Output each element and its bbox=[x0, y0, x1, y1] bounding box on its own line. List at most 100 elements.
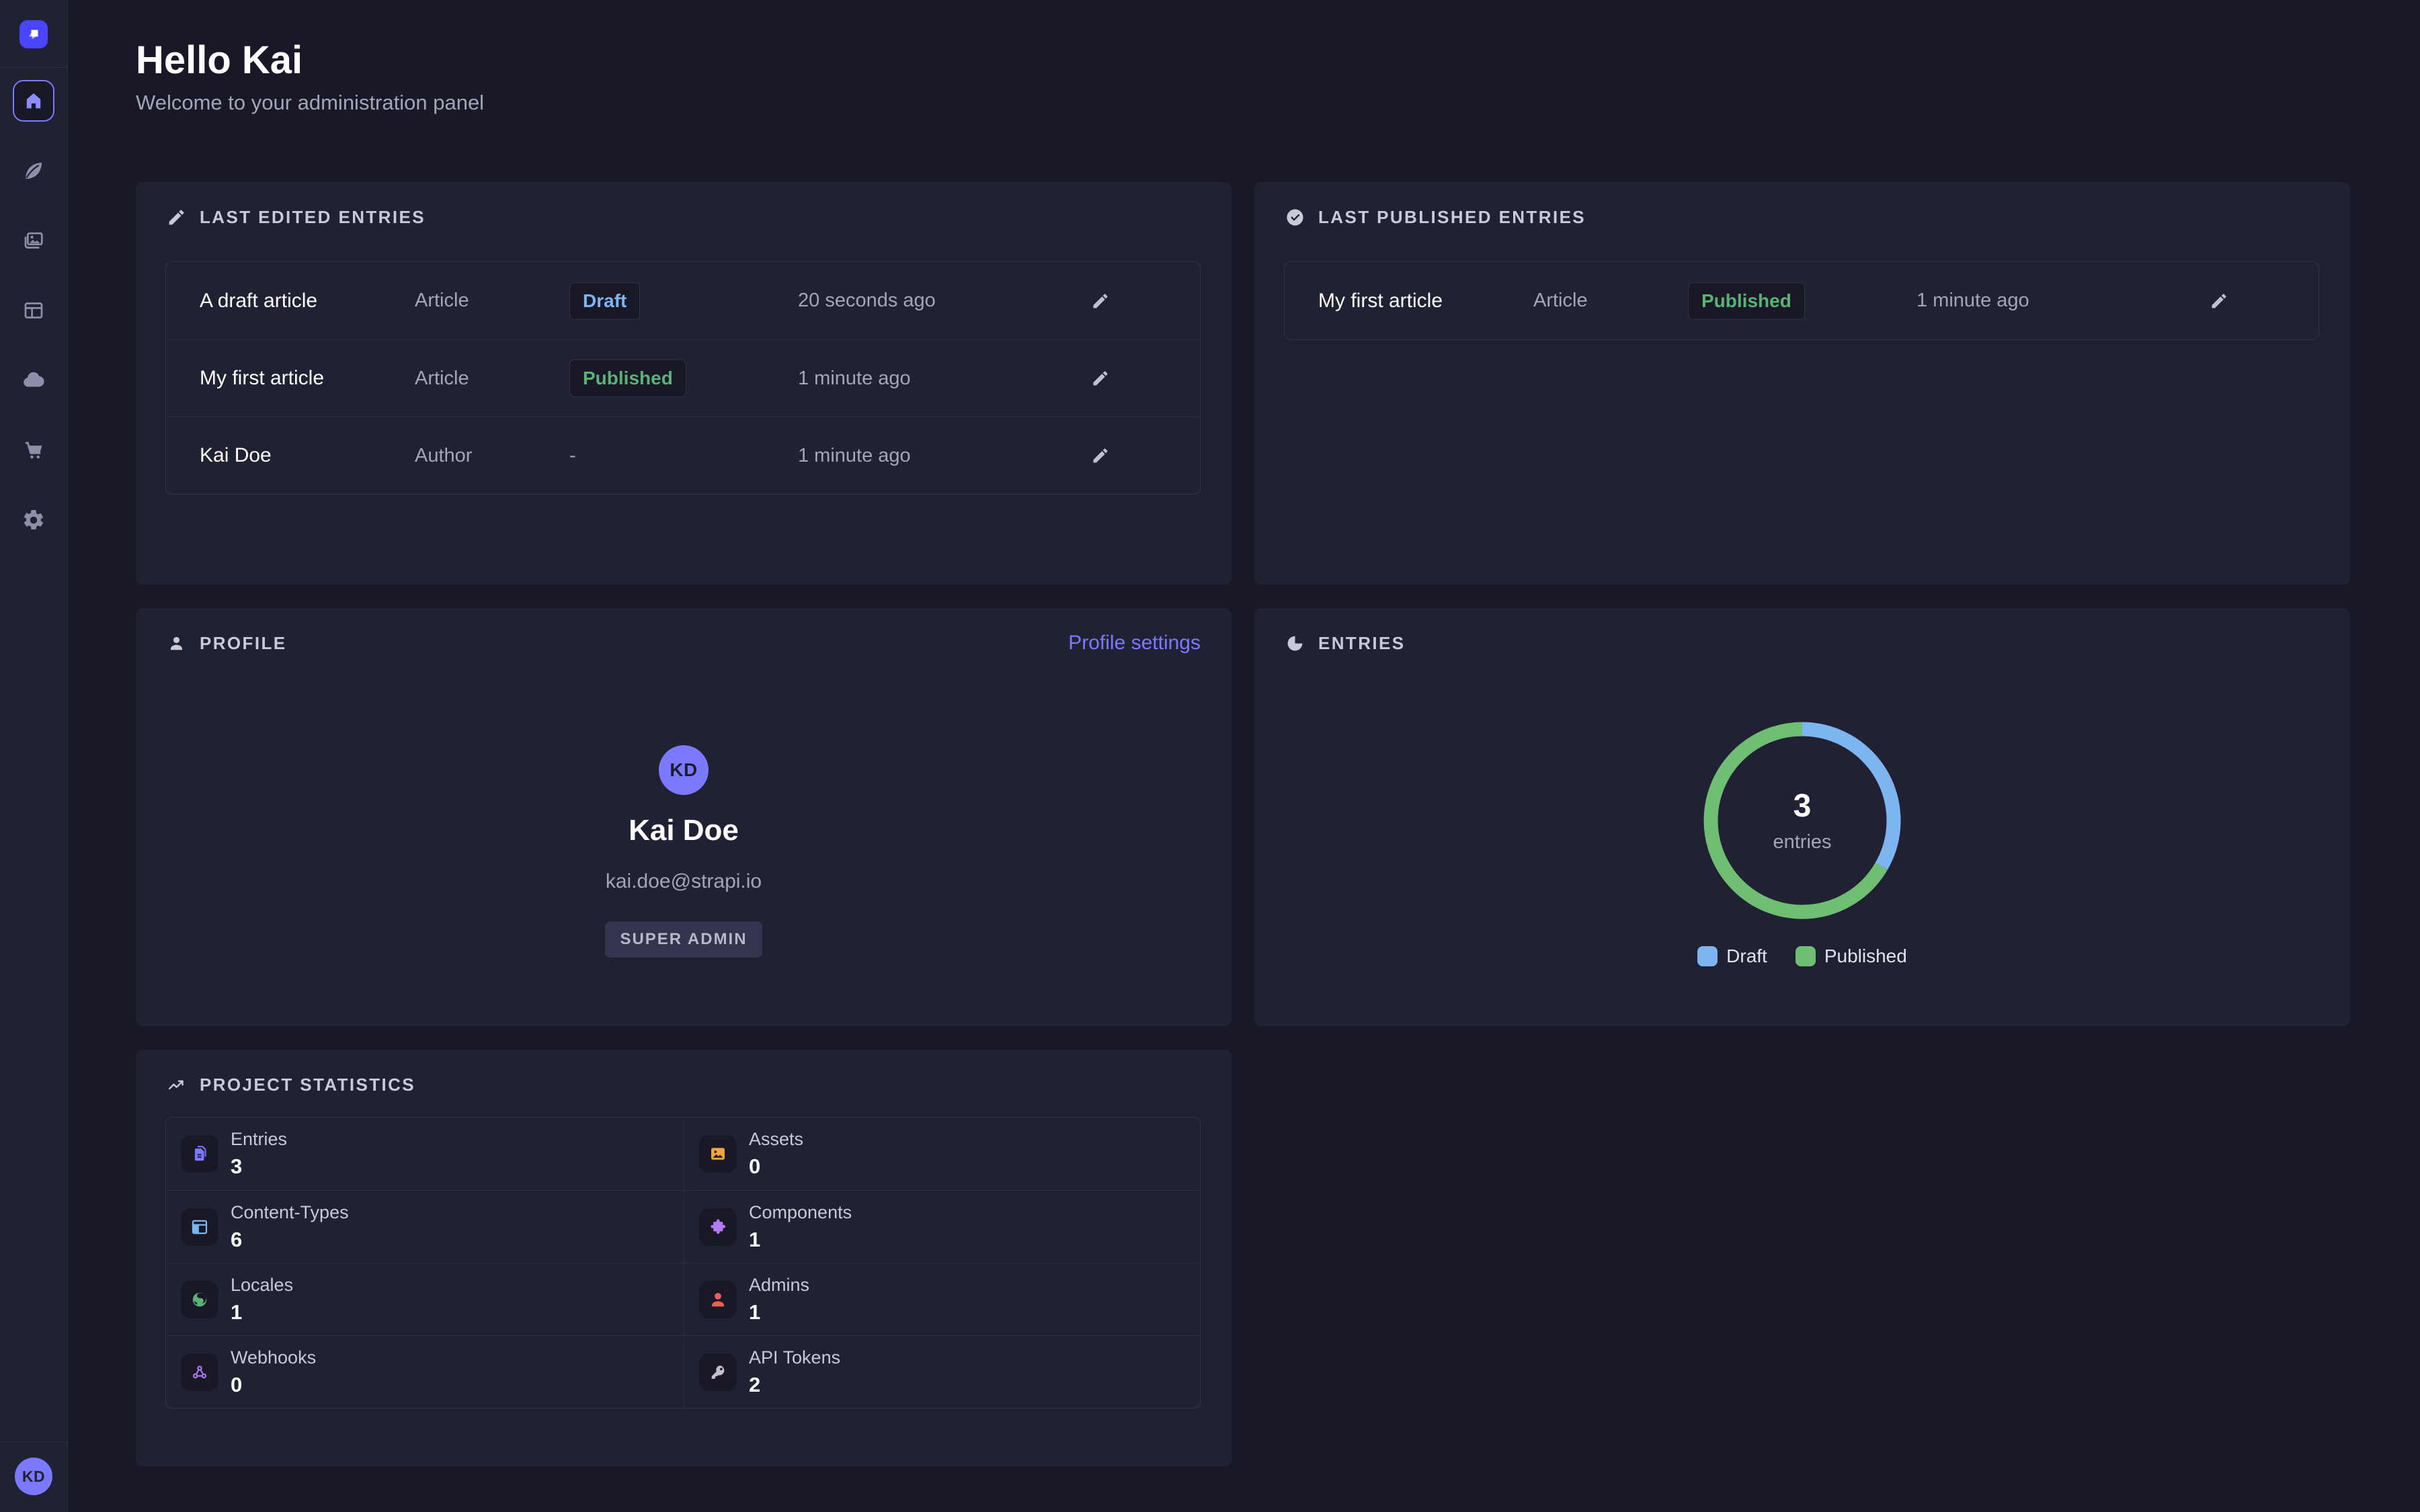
last-published-table: My first article Article Published 1 min… bbox=[1284, 261, 2319, 340]
sidebar-item-marketplace[interactable] bbox=[13, 429, 54, 471]
entry-status-empty: - bbox=[569, 445, 798, 467]
strapi-logo[interactable] bbox=[19, 20, 48, 48]
last-published-title: LAST PUBLISHED ENTRIES bbox=[1318, 207, 1586, 228]
sidebar-bottom: KD bbox=[0, 1442, 67, 1512]
entries-doc-icon bbox=[181, 1135, 218, 1173]
main-content: Hello Kai Welcome to your administration… bbox=[68, 0, 2420, 1512]
user-avatar-button[interactable]: KD bbox=[15, 1458, 52, 1495]
page-title: Hello Kai bbox=[136, 39, 2420, 82]
stat-value: 0 bbox=[231, 1373, 316, 1397]
stat-label: Webhooks bbox=[231, 1347, 316, 1368]
sidebar-item-content-type-builder[interactable] bbox=[13, 290, 54, 331]
legend-item-draft: Draft bbox=[1697, 946, 1767, 967]
entry-time: 1 minute ago bbox=[1917, 290, 2206, 312]
cloud-icon bbox=[21, 368, 46, 393]
profile-body: KD Kai Doe kai.doe@strapi.io SUPER ADMIN bbox=[167, 655, 1201, 958]
layout-icon bbox=[22, 298, 46, 323]
sidebar-item-media-library[interactable] bbox=[13, 220, 54, 261]
pencil-icon bbox=[1091, 292, 1110, 310]
image-icon bbox=[699, 1135, 737, 1173]
sidebar-item-home[interactable] bbox=[13, 80, 54, 122]
pencil-icon bbox=[1091, 369, 1110, 388]
page-subtitle: Welcome to your administration panel bbox=[136, 90, 2420, 116]
sidebar-divider-bottom bbox=[0, 1442, 68, 1443]
home-icon bbox=[24, 91, 44, 111]
entry-title: A draft article bbox=[200, 290, 415, 312]
draft-swatch bbox=[1697, 946, 1718, 966]
stat-label: Content-Types bbox=[231, 1202, 349, 1223]
entry-time: 1 minute ago bbox=[798, 445, 1087, 467]
chart-legend: Draft Published bbox=[1285, 946, 2319, 967]
entry-status-cell: Published bbox=[1688, 282, 1917, 320]
profile-settings-link[interactable]: Profile settings bbox=[1068, 632, 1201, 655]
pencil-icon bbox=[2210, 292, 2228, 310]
stat-api-tokens: API Tokens 2 bbox=[684, 1335, 1200, 1408]
last-edited-table: A draft article Article Draft 20 seconds… bbox=[165, 261, 1201, 495]
entry-kind: Article bbox=[415, 368, 569, 390]
feather-icon bbox=[22, 159, 46, 183]
legend-label: Draft bbox=[1726, 946, 1767, 967]
entry-status-cell: Draft bbox=[569, 282, 798, 320]
stats-grid: Entries 3 Assets 0 bbox=[165, 1117, 1201, 1409]
person-icon bbox=[167, 634, 186, 653]
donut-total-value: 3 bbox=[1793, 788, 1812, 825]
stat-entries: Entries 3 bbox=[166, 1118, 684, 1190]
profile-email: kai.doe@strapi.io bbox=[606, 870, 762, 893]
stat-label: Admins bbox=[749, 1275, 809, 1296]
key-icon bbox=[699, 1353, 737, 1391]
entry-status-cell: Published bbox=[569, 360, 798, 397]
table-row: A draft article Article Draft 20 seconds… bbox=[166, 262, 1200, 339]
entry-kind: Author bbox=[415, 445, 569, 467]
profile-name: Kai Doe bbox=[629, 814, 739, 847]
stat-label: Entries bbox=[231, 1129, 287, 1150]
entry-kind: Article bbox=[1533, 290, 1688, 312]
trend-up-icon bbox=[167, 1075, 186, 1095]
stat-label: Assets bbox=[749, 1129, 803, 1150]
sidebar-item-content-manager[interactable] bbox=[13, 150, 54, 192]
status-badge: Draft bbox=[569, 282, 640, 320]
sidebar-item-deploy[interactable] bbox=[13, 360, 54, 401]
profile-card: PROFILE Profile settings KD Kai Doe kai.… bbox=[136, 608, 1232, 1026]
profile-header: PROFILE Profile settings bbox=[167, 631, 1201, 655]
entries-header: ENTRIES bbox=[1285, 631, 2319, 655]
images-icon bbox=[22, 228, 46, 253]
stat-value: 1 bbox=[749, 1300, 809, 1325]
stat-webhooks: Webhooks 0 bbox=[166, 1335, 684, 1408]
status-badge: Published bbox=[569, 360, 686, 397]
stat-label: API Tokens bbox=[749, 1347, 840, 1368]
stat-components: Components 1 bbox=[684, 1190, 1200, 1263]
role-badge: SUPER ADMIN bbox=[605, 921, 762, 958]
stat-locales: Locales 1 bbox=[166, 1263, 684, 1335]
project-statistics-title: PROJECT STATISTICS bbox=[200, 1075, 415, 1095]
entry-title: Kai Doe bbox=[200, 444, 415, 467]
entries-title: ENTRIES bbox=[1318, 633, 1405, 654]
published-swatch bbox=[1796, 946, 1816, 966]
layout-icon bbox=[181, 1208, 218, 1246]
table-row: Kai Doe Author - 1 minute ago bbox=[166, 417, 1200, 494]
entries-donut-chart: 3 entries bbox=[1701, 720, 1903, 921]
edit-entry-button[interactable] bbox=[2206, 288, 2232, 314]
last-edited-entries-card: LAST EDITED ENTRIES A draft article Arti… bbox=[136, 182, 1232, 585]
last-published-header: LAST PUBLISHED ENTRIES bbox=[1285, 205, 2319, 229]
stat-value: 0 bbox=[749, 1154, 803, 1179]
edit-entry-button[interactable] bbox=[1087, 288, 1114, 314]
last-published-entries-card: LAST PUBLISHED ENTRIES My first article … bbox=[1254, 182, 2350, 585]
donut-total-label: entries bbox=[1773, 831, 1831, 853]
last-edited-title: LAST EDITED ENTRIES bbox=[200, 207, 426, 228]
entry-title: My first article bbox=[1318, 290, 1533, 312]
sidebar-item-settings[interactable] bbox=[13, 499, 54, 541]
legend-label: Published bbox=[1824, 946, 1907, 967]
edit-entry-button[interactable] bbox=[1087, 365, 1114, 392]
stat-label: Locales bbox=[231, 1275, 293, 1296]
cart-icon bbox=[22, 438, 46, 462]
user-icon bbox=[699, 1281, 737, 1318]
stat-content-types: Content-Types 6 bbox=[166, 1190, 684, 1263]
entries-chart-card: ENTRIES 3 entries Draft bbox=[1254, 608, 2350, 1026]
stat-assets: Assets 0 bbox=[684, 1118, 1200, 1190]
stat-value: 3 bbox=[231, 1154, 287, 1179]
stat-value: 1 bbox=[231, 1300, 293, 1325]
edit-entry-button[interactable] bbox=[1087, 442, 1114, 469]
pencil-icon bbox=[1091, 446, 1110, 465]
gear-icon bbox=[22, 508, 46, 532]
stat-value: 6 bbox=[231, 1228, 349, 1252]
